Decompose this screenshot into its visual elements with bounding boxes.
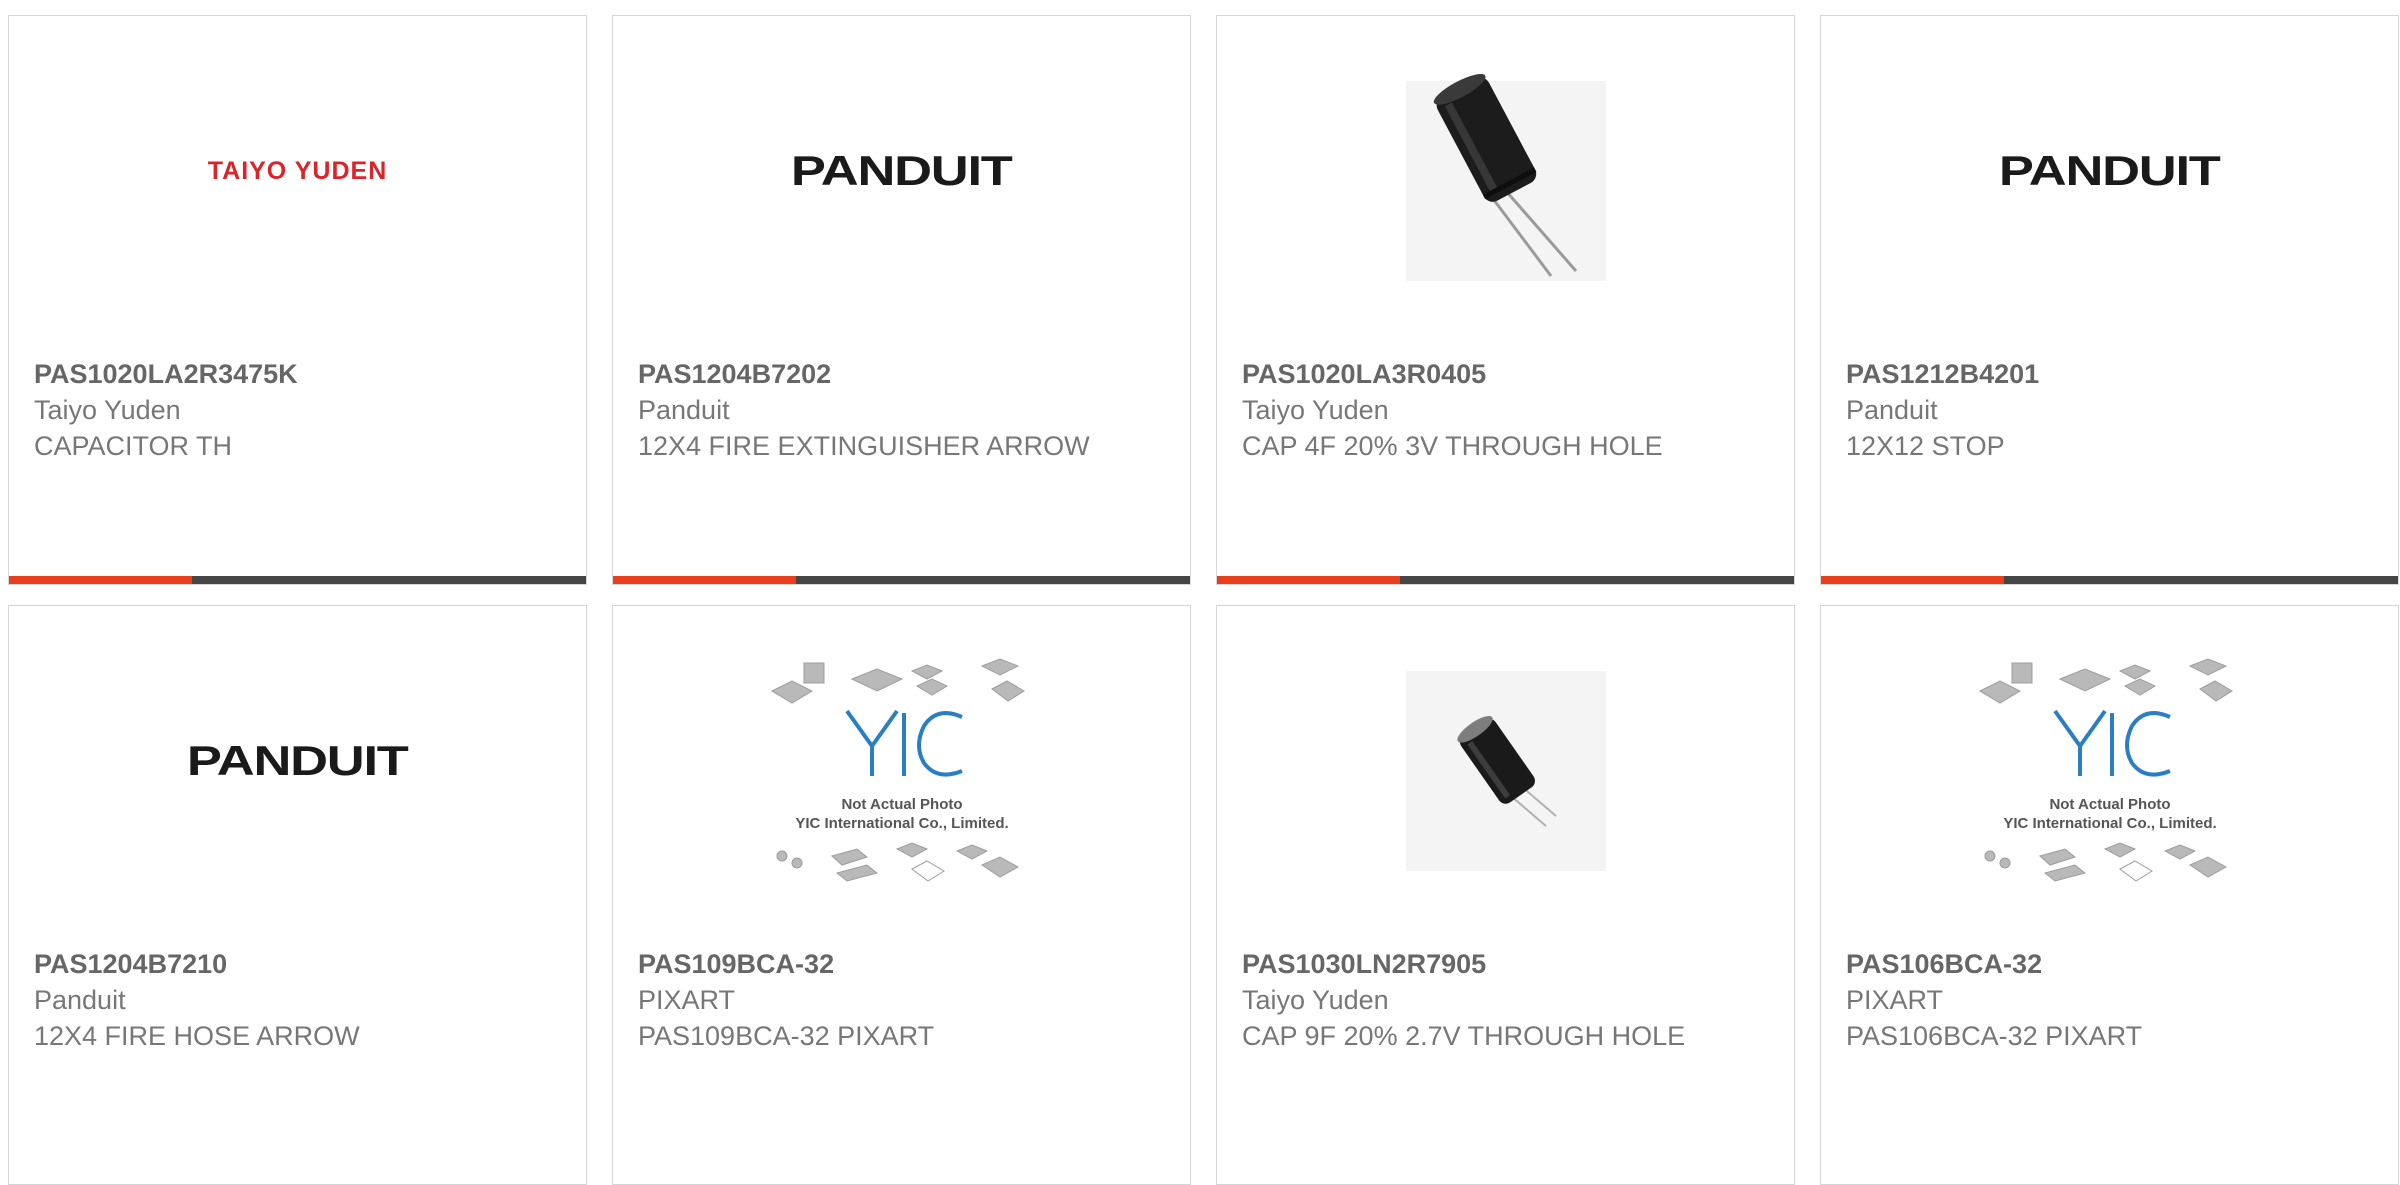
product-info: PAS1020LA3R0405 Taiyo Yuden CAP 4F 20% 3…: [1242, 356, 1769, 464]
yic-placeholder-icon: Not Actual Photo YIC International Co., …: [770, 658, 1025, 882]
product-card[interactable]: PAS1030LN2R7905 Taiyo Yuden CAP 9F 20% 2…: [1216, 605, 1795, 1185]
card-footer-bar: [613, 576, 1190, 584]
product-image[interactable]: TAIYO YUDEN: [9, 16, 586, 356]
svg-text:Not Actual Photo: Not Actual Photo: [2049, 796, 2170, 813]
part-number-link[interactable]: PAS1204B7210: [34, 946, 561, 982]
yic-placeholder-icon: Not Actual Photo YIC International Co., …: [1978, 658, 2233, 882]
product-image[interactable]: [1217, 16, 1794, 356]
svg-text:YIC International Co., Limited: YIC International Co., Limited.: [2003, 815, 2216, 832]
product-description: PAS109BCA-32 PIXART: [638, 1021, 935, 1051]
svg-text:YIC International Co., Limited: YIC International Co., Limited.: [795, 815, 1008, 832]
part-number-link[interactable]: PAS109BCA-32: [638, 946, 1165, 982]
product-grid: TAIYO YUDEN PAS1020LA2R3475K Taiyo Yuden…: [0, 0, 2400, 1185]
product-info: PAS1204B7210 Panduit 12X4 FIRE HOSE ARRO…: [34, 946, 561, 1054]
manufacturer-name: PIXART: [638, 985, 736, 1015]
card-accent-bar: [1821, 576, 2004, 584]
panduit-logo: PANDUIT: [1999, 147, 2221, 194]
manufacturer-name: Panduit: [1846, 395, 1938, 425]
product-info: PAS1204B7202 Panduit 12X4 FIRE EXTINGUIS…: [638, 356, 1165, 464]
manufacturer-name: Taiyo Yuden: [34, 395, 181, 425]
product-info: PAS109BCA-32 PIXART PAS109BCA-32 PIXART: [638, 946, 1165, 1054]
manufacturer-name: Taiyo Yuden: [1242, 395, 1389, 425]
card-footer-bar: [9, 576, 586, 584]
manufacturer-name: PIXART: [1846, 985, 1944, 1015]
product-card[interactable]: PANDUIT PAS1204B7202 Panduit 12X4 FIRE E…: [612, 15, 1191, 585]
part-number-link[interactable]: PAS1020LA2R3475K: [34, 356, 561, 392]
product-description: CAP 9F 20% 2.7V THROUGH HOLE: [1242, 1021, 1686, 1051]
card-accent-bar: [613, 576, 796, 584]
product-info: PAS1030LN2R7905 Taiyo Yuden CAP 9F 20% 2…: [1242, 946, 1769, 1054]
part-number-link[interactable]: PAS1204B7202: [638, 356, 1165, 392]
product-description: PAS106BCA-32 PIXART: [1846, 1021, 2143, 1051]
product-card[interactable]: TAIYO YUDEN PAS1020LA2R3475K Taiyo Yuden…: [8, 15, 587, 585]
product-image[interactable]: [1217, 606, 1794, 946]
product-info: PAS1212B4201 Panduit 12X12 STOP: [1846, 356, 2373, 464]
card-footer-bar: [1217, 576, 1794, 584]
manufacturer-name: Panduit: [34, 985, 126, 1015]
part-number-link[interactable]: PAS106BCA-32: [1846, 946, 2373, 982]
product-image[interactable]: Not Actual Photo YIC International Co., …: [613, 606, 1190, 946]
product-card[interactable]: PANDUIT PAS1204B7210 Panduit 12X4 FIRE H…: [8, 605, 587, 1185]
product-image[interactable]: Not Actual Photo YIC International Co., …: [1821, 606, 2398, 946]
card-accent-bar: [1217, 576, 1400, 584]
panduit-logo: PANDUIT: [187, 737, 409, 784]
product-description: CAP 4F 20% 3V THROUGH HOLE: [1242, 431, 1663, 461]
product-description: 12X4 FIRE EXTINGUISHER ARROW: [638, 431, 1090, 461]
product-description: CAPACITOR TH: [34, 431, 233, 461]
panduit-logo: PANDUIT: [791, 147, 1013, 194]
product-description: 12X4 FIRE HOSE ARROW: [34, 1021, 360, 1051]
product-image[interactable]: PANDUIT: [9, 606, 586, 946]
product-info: PAS1020LA2R3475K Taiyo Yuden CAPACITOR T…: [34, 356, 561, 464]
taiyo-yuden-logo: TAIYO YUDEN: [207, 156, 388, 185]
product-card[interactable]: Not Actual Photo YIC International Co., …: [612, 605, 1191, 1185]
card-accent-bar: [9, 576, 192, 584]
card-footer-bar: [1821, 576, 2398, 584]
product-card[interactable]: Not Actual Photo YIC International Co., …: [1820, 605, 2399, 1185]
part-number-link[interactable]: PAS1030LN2R7905: [1242, 946, 1769, 982]
product-description: 12X12 STOP: [1846, 431, 2005, 461]
manufacturer-name: Panduit: [638, 395, 730, 425]
product-image[interactable]: PANDUIT: [1821, 16, 2398, 356]
capacitor-photo-icon: [1405, 73, 1606, 281]
part-number-link[interactable]: PAS1020LA3R0405: [1242, 356, 1769, 392]
part-number-link[interactable]: PAS1212B4201: [1846, 356, 2373, 392]
product-image[interactable]: PANDUIT: [613, 16, 1190, 356]
product-card[interactable]: PAS1020LA3R0405 Taiyo Yuden CAP 4F 20% 3…: [1216, 15, 1795, 585]
manufacturer-name: Taiyo Yuden: [1242, 985, 1389, 1015]
product-card[interactable]: PANDUIT PAS1212B4201 Panduit 12X12 STOP: [1820, 15, 2399, 585]
capacitor-photo-icon: [1405, 671, 1606, 871]
svg-text:Not Actual Photo: Not Actual Photo: [841, 796, 962, 813]
product-info: PAS106BCA-32 PIXART PAS106BCA-32 PIXART: [1846, 946, 2373, 1054]
